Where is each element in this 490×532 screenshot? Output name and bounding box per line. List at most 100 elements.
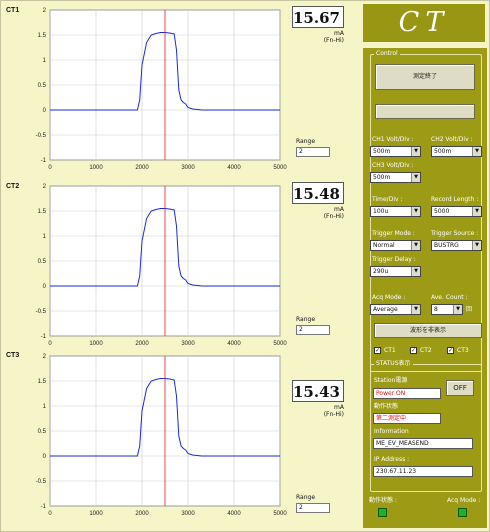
time-div-label: Time/Div : xyxy=(372,196,403,203)
ct2-checkbox[interactable]: ✓ xyxy=(410,347,417,354)
y-tick-label: -1 xyxy=(41,334,47,340)
y-tick-label: 1.5 xyxy=(38,33,47,39)
y-tick-label: 0.5 xyxy=(38,259,47,265)
range-label: Range xyxy=(296,316,316,323)
y-tick-label: 0.5 xyxy=(38,429,47,435)
select-value: 290u xyxy=(373,268,389,275)
mode-label: (Fn-Hi) xyxy=(323,411,344,418)
ct1-checkbox[interactable]: ✓ xyxy=(374,347,381,354)
acq-mode-label: Acq Mode : xyxy=(372,294,406,301)
chevron-down-icon: ▼ xyxy=(411,147,420,156)
chevron-down-icon: ▼ xyxy=(411,267,420,276)
select-value: 100u xyxy=(373,208,389,215)
x-tick-label: 3000 xyxy=(181,165,195,171)
ch2-voltdiv-select[interactable]: 500m ▼ xyxy=(431,146,482,157)
chevron-down-icon: ▼ xyxy=(411,173,420,182)
blank-button[interactable] xyxy=(375,104,475,119)
range-input[interactable]: 2 xyxy=(296,147,330,157)
chevron-down-icon: ▼ xyxy=(472,241,481,250)
y-tick-label: 2 xyxy=(43,184,47,190)
current-readout: 15.48 xyxy=(292,182,344,204)
ch1-voltdiv-select[interactable]: 500m ▼ xyxy=(370,146,421,157)
current-readout: 15.67 xyxy=(292,6,344,28)
app-title: CT xyxy=(363,4,485,42)
chevron-down-icon: ▼ xyxy=(411,241,420,250)
ch1-voltdiv-label: CH1 Volt/Div : xyxy=(372,136,414,143)
y-tick-label: 1.5 xyxy=(38,209,47,215)
ct3-checkbox-label: CT3 xyxy=(457,347,469,354)
chevron-down-icon: ▼ xyxy=(411,207,420,216)
y-tick-label: 0.5 xyxy=(38,83,47,89)
unit-label: mA xyxy=(334,206,344,213)
range-label: Range xyxy=(296,494,316,501)
select-value: 500m xyxy=(434,148,452,155)
ip-address-label: IP Address : xyxy=(374,456,410,463)
run-indicator-led xyxy=(378,508,387,517)
operation-state-label: 動作状態 xyxy=(374,403,399,410)
time-div-select[interactable]: 100u ▼ xyxy=(370,206,421,217)
chevron-down-icon: ▼ xyxy=(453,305,462,314)
x-tick-label: 2000 xyxy=(135,165,149,171)
ch3-voltdiv-select[interactable]: 500m ▼ xyxy=(370,172,421,183)
current-readout: 15.43 xyxy=(292,380,344,402)
ct3-checkbox[interactable]: ✓ xyxy=(447,347,454,354)
y-tick-label: -0.5 xyxy=(36,309,47,315)
y-tick-label: 1 xyxy=(43,404,47,410)
record-length-label: Record Length : xyxy=(431,196,479,203)
y-tick-label: 1.5 xyxy=(38,379,47,385)
x-tick-label: 0 xyxy=(48,511,52,517)
y-tick-label: -0.5 xyxy=(36,133,47,139)
y-tick-label: -1 xyxy=(41,158,47,164)
y-tick-label: 0 xyxy=(43,284,47,290)
ave-count-select[interactable]: 8 ▼ xyxy=(431,304,463,315)
x-tick-label: 1000 xyxy=(89,165,103,171)
ch3-voltdiv-label: CH3 Volt/Div : xyxy=(372,162,414,169)
y-tick-label: 1 xyxy=(43,58,47,64)
control-group-title: Control xyxy=(374,50,400,57)
trigger-source-label: Trigger Source : xyxy=(431,230,479,237)
chevron-down-icon: ▼ xyxy=(472,207,481,216)
select-value: Average xyxy=(373,306,398,313)
operation-state-field: 第二測定中 xyxy=(373,413,441,424)
range-label: Range xyxy=(296,138,316,145)
status-footer-left-label: 動作状態 : xyxy=(369,497,397,504)
select-value: 500m xyxy=(373,148,391,155)
chevron-down-icon: ▼ xyxy=(411,305,420,314)
ch2-voltdiv-label: CH2 Volt/Div : xyxy=(431,136,473,143)
status-group-title: STATUS表示 xyxy=(374,360,413,367)
trigger-mode-label: Trigger Mode : xyxy=(372,230,415,237)
ave-count-unit: 回 xyxy=(466,306,473,313)
select-value: Normal xyxy=(373,242,395,249)
y-tick-label: 0 xyxy=(43,108,47,114)
waveform-chart[interactable]: 21.510.50-0.5-10 1000 2000 3000 4000 5000 xyxy=(0,176,300,356)
y-tick-label: -1 xyxy=(41,504,47,510)
information-field: ME_EV_MEASEND xyxy=(373,438,473,449)
trigger-mode-select[interactable]: Normal ▼ xyxy=(370,240,421,251)
trigger-delay-select[interactable]: 290u ▼ xyxy=(370,266,421,277)
waveform-chart[interactable]: 21.510.50-0.5-10 1000 2000 3000 4000 5000 xyxy=(0,346,300,526)
mode-label: (Fn-Hi) xyxy=(323,213,344,220)
unit-label: mA xyxy=(334,30,344,37)
acq-indicator-led xyxy=(458,508,467,517)
trigger-source-select[interactable]: BUSTRG ▼ xyxy=(431,240,482,251)
record-length-select[interactable]: 5000 ▼ xyxy=(431,206,482,217)
chevron-down-icon: ▼ xyxy=(472,147,481,156)
stop-measure-button[interactable]: 測定終了 xyxy=(375,64,475,90)
status-footer-right-label: Acq Mode : xyxy=(447,497,481,504)
x-tick-label: 4000 xyxy=(227,511,241,517)
ave-count-label: Ave. Count : xyxy=(431,294,468,301)
station-power-field: Power ON xyxy=(373,388,441,399)
x-tick-label: 2000 xyxy=(135,511,149,517)
acq-mode-select[interactable]: Average ▼ xyxy=(370,304,421,315)
mode-label: (Fn-Hi) xyxy=(323,37,344,44)
range-input[interactable]: 2 xyxy=(296,325,330,335)
waveform-chart[interactable]: 21.510.50-0.5-10 1000 2000 3000 4000 5000 xyxy=(0,0,300,180)
range-input[interactable]: 2 xyxy=(296,503,330,513)
x-tick-label: 5000 xyxy=(273,165,287,171)
hide-waveform-button[interactable]: 波形を非表示 xyxy=(374,323,482,338)
off-button[interactable]: OFF xyxy=(446,380,474,396)
y-tick-label: 2 xyxy=(43,354,47,360)
ct2-checkbox-label: CT2 xyxy=(420,347,432,354)
select-value: BUSTRG xyxy=(434,242,459,249)
y-tick-label: 2 xyxy=(43,8,47,14)
